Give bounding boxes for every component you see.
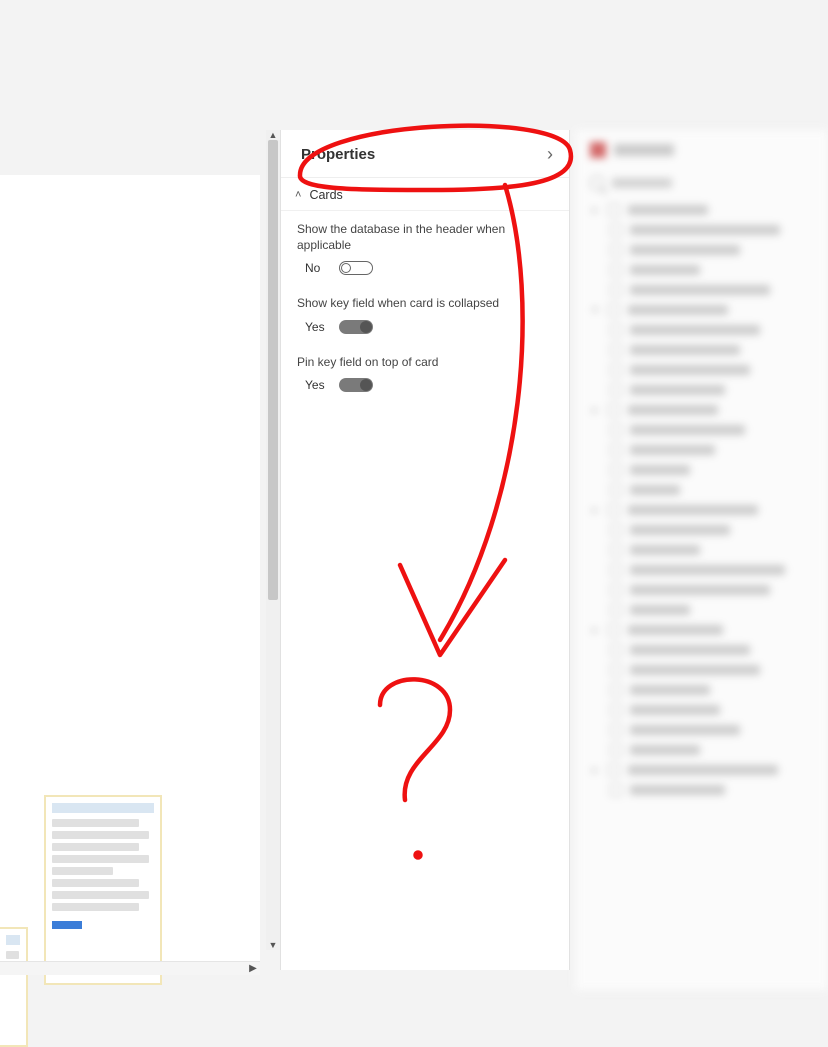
- cards-section-header[interactable]: ˄ Cards: [281, 178, 569, 211]
- setting-label: Show key field when card is collapsed: [297, 295, 553, 311]
- toggle-state-label: No: [305, 261, 327, 275]
- setting-label: Show the database in the header when app…: [297, 221, 553, 253]
- scroll-up-icon[interactable]: ▲: [266, 130, 280, 140]
- toggle-state-label: Yes: [305, 320, 327, 334]
- toggle-pin-key-field[interactable]: [339, 378, 373, 392]
- setting-label: Pin key field on top of card: [297, 354, 553, 370]
- table-card-thumbnail[interactable]: [0, 927, 28, 1047]
- scrollbar-thumb[interactable]: [268, 140, 278, 600]
- setting-pin-key-field: Pin key field on top of card Yes: [297, 354, 553, 392]
- properties-panel-header[interactable]: Properties ›: [281, 130, 569, 178]
- scroll-right-icon[interactable]: ▶: [246, 963, 260, 974]
- toggle-show-key-field-collapsed[interactable]: [339, 320, 373, 334]
- fields-panel-blurred: ▸ ▾ ▸ ▸ ▸ ▸: [576, 130, 828, 990]
- table-card-thumbnail[interactable]: [44, 795, 162, 985]
- chevron-right-icon[interactable]: ›: [547, 144, 553, 165]
- canvas-vertical-scrollbar[interactable]: ▲ ▼: [266, 130, 280, 950]
- setting-show-key-field-collapsed: Show key field when card is collapsed Ye…: [297, 295, 553, 333]
- model-canvas[interactable]: ▶: [0, 175, 260, 975]
- cards-section-title: Cards: [309, 188, 342, 202]
- cards-section-body: Show the database in the header when app…: [281, 211, 569, 418]
- chevron-up-icon: ˄: [295, 189, 301, 201]
- scroll-down-icon[interactable]: ▼: [266, 940, 280, 950]
- properties-title: Properties: [301, 146, 375, 163]
- toggle-state-label: Yes: [305, 378, 327, 392]
- canvas-horizontal-scrollbar[interactable]: ▶: [0, 961, 260, 975]
- properties-panel: Properties › ˄ Cards Show the database i…: [280, 130, 570, 970]
- setting-show-database-header: Show the database in the header when app…: [297, 221, 553, 275]
- toggle-show-database-header[interactable]: [339, 261, 373, 275]
